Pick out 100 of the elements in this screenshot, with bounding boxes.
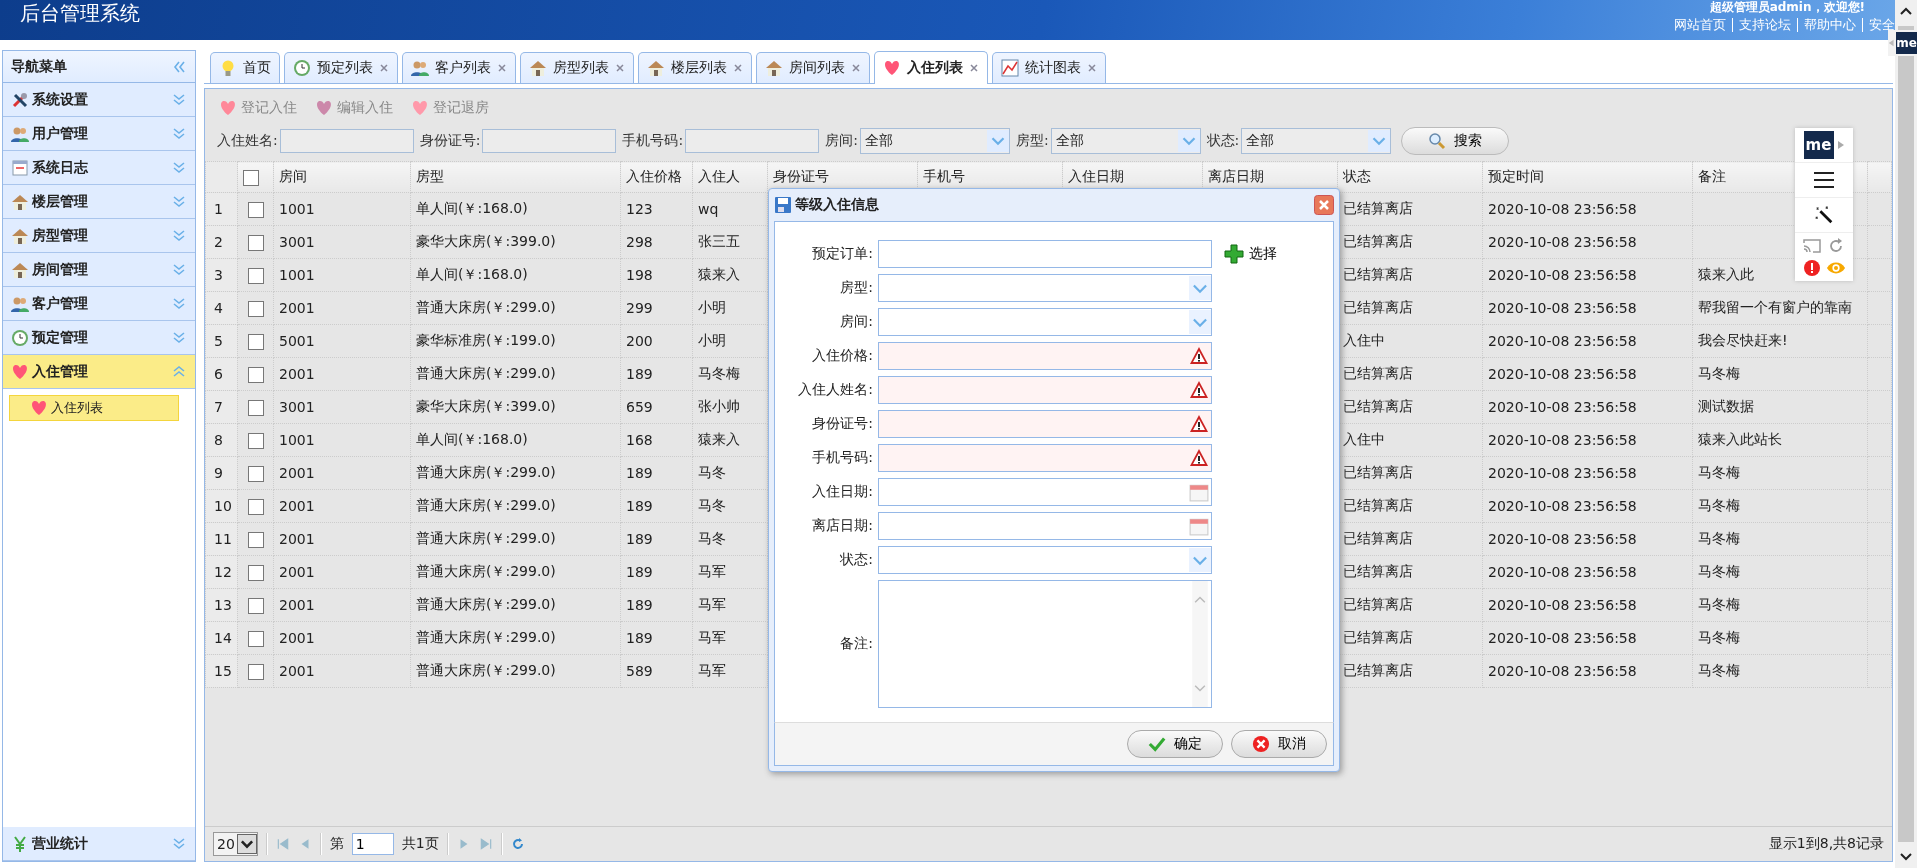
column-header: 房间: [273, 161, 411, 193]
table-cell: 单人间(￥:168.0): [410, 423, 621, 457]
date-field[interactable]: [878, 512, 1212, 540]
checkbox[interactable]: [247, 597, 264, 614]
table-cell: 2001: [273, 291, 411, 325]
checkbox[interactable]: [247, 465, 264, 482]
extension-tab[interactable]: me: [1888, 30, 1917, 56]
checkbox[interactable]: [243, 169, 259, 186]
table-cell: 200: [620, 324, 693, 358]
tab[interactable]: 房型列表: [520, 52, 634, 83]
checkbox[interactable]: [247, 498, 264, 515]
input-field[interactable]: [878, 410, 1212, 438]
extension-logo[interactable]: me: [1803, 131, 1834, 159]
table-cell: 2020-10-08 23:56:58: [1482, 291, 1693, 325]
menu-item[interactable]: 预定管理: [3, 321, 195, 355]
select-field[interactable]: [878, 274, 1212, 302]
select-field[interactable]: [878, 308, 1212, 336]
table-cell: 2020-10-08 23:56:58: [1482, 522, 1693, 556]
tab[interactable]: 楼层列表: [638, 52, 752, 83]
input-field[interactable]: [482, 129, 617, 153]
checkbox[interactable]: [247, 201, 264, 218]
table-cell: 1001: [273, 423, 411, 457]
checkbox[interactable]: [247, 300, 264, 317]
extension-logo[interactable]: me: [1896, 32, 1917, 54]
tab[interactable]: 入住列表: [874, 51, 988, 84]
cancel-button[interactable]: 取消: [1231, 730, 1327, 758]
menu-item[interactable]: 客户管理: [3, 287, 195, 321]
checkbox[interactable]: [247, 531, 264, 548]
table-cell: 单人间(￥:168.0): [410, 192, 621, 226]
table-cell: 189: [620, 522, 693, 556]
row-number: 8: [205, 423, 238, 457]
input-field[interactable]: [878, 240, 1212, 268]
checkbox[interactable]: [247, 564, 264, 581]
menu-item[interactable]: 房间管理: [3, 253, 195, 287]
input-field[interactable]: [685, 129, 820, 153]
field-label: 房型:: [839, 279, 873, 297]
checkbox[interactable]: [247, 399, 264, 416]
row-number: 4: [205, 291, 238, 325]
field-label: 入住人姓名:: [797, 381, 873, 399]
tab[interactable]: 客户列表: [402, 52, 516, 83]
expand-icon: [171, 295, 187, 312]
menu-item[interactable]: 系统日志: [3, 151, 195, 185]
field-label: 身份证号:: [811, 415, 873, 433]
checkbox[interactable]: [247, 333, 264, 350]
table-cell: 测试数据: [1692, 390, 1868, 424]
menu-item[interactable]: 入住管理: [3, 355, 195, 389]
expand-icon: [171, 261, 187, 278]
menu-item[interactable]: 系统设置: [3, 83, 195, 117]
scroll-up-icon[interactable]: [1899, 6, 1913, 16]
select-field[interactable]: [878, 546, 1212, 574]
menu-item[interactable]: 营业统计: [3, 827, 195, 861]
row-number: 9: [205, 456, 238, 490]
date-field[interactable]: [878, 478, 1212, 506]
dropdown-icon: [1368, 130, 1391, 152]
field-label: 入住价格:: [811, 347, 873, 365]
checkbox[interactable]: [247, 234, 264, 251]
input-field[interactable]: [878, 376, 1212, 404]
table-cell: 189: [620, 357, 693, 391]
tab[interactable]: 预定列表: [284, 52, 398, 83]
table-cell: 普通大床房(￥:299.0): [410, 555, 621, 589]
table-cell: 2020-10-08 23:56:58: [1482, 588, 1693, 622]
search-button[interactable]: 搜索: [1401, 127, 1510, 155]
input-field[interactable]: [279, 129, 414, 153]
tools-icon: [11, 90, 29, 109]
table-cell: 2020-10-08 23:56:58: [1482, 555, 1693, 589]
tab[interactable]: 房间列表: [756, 52, 870, 83]
checkbox[interactable]: [247, 630, 264, 647]
checkbox[interactable]: [247, 432, 264, 449]
field-label: 入住日期:: [811, 483, 873, 501]
menu-item[interactable]: 入住列表: [9, 395, 179, 421]
row-number: 2: [205, 225, 238, 259]
dropdown-icon: [1189, 548, 1211, 572]
scroll-down-icon[interactable]: [1899, 852, 1913, 862]
dropdown-icon: [1177, 130, 1200, 152]
select-field[interactable]: 全部: [859, 128, 1010, 154]
checkbox[interactable]: [247, 366, 264, 383]
select-button[interactable]: 选择: [1224, 244, 1277, 264]
expand-icon: [171, 227, 187, 244]
input-field[interactable]: [878, 444, 1212, 472]
row-number: 6: [205, 357, 238, 391]
menu-item[interactable]: 楼层管理: [3, 185, 195, 219]
input-field[interactable]: [878, 342, 1212, 370]
dropdown-icon: [1189, 276, 1211, 300]
dropdown-icon: [1189, 310, 1211, 334]
heart-icon: [411, 99, 429, 117]
tab[interactable]: 统计图表: [992, 52, 1106, 83]
confirm-button[interactable]: 确定: [1127, 730, 1223, 758]
menu-item[interactable]: 房型管理: [3, 219, 195, 253]
checkbox[interactable]: [247, 267, 264, 284]
checkbox[interactable]: [247, 663, 264, 680]
select-field[interactable]: 全部: [1241, 128, 1392, 154]
field-label: 状态:: [839, 551, 873, 569]
page-size-select[interactable]: 20: [213, 832, 258, 856]
table-cell: wq: [692, 192, 768, 226]
tab[interactable]: 首页: [210, 52, 280, 83]
table-cell: 2020-10-08 23:56:58: [1482, 225, 1693, 259]
menu-item[interactable]: 用户管理: [3, 117, 195, 151]
page-number-field[interactable]: 1: [351, 833, 394, 855]
warning-icon: [1189, 414, 1209, 434]
select-field[interactable]: 全部: [1050, 128, 1201, 154]
